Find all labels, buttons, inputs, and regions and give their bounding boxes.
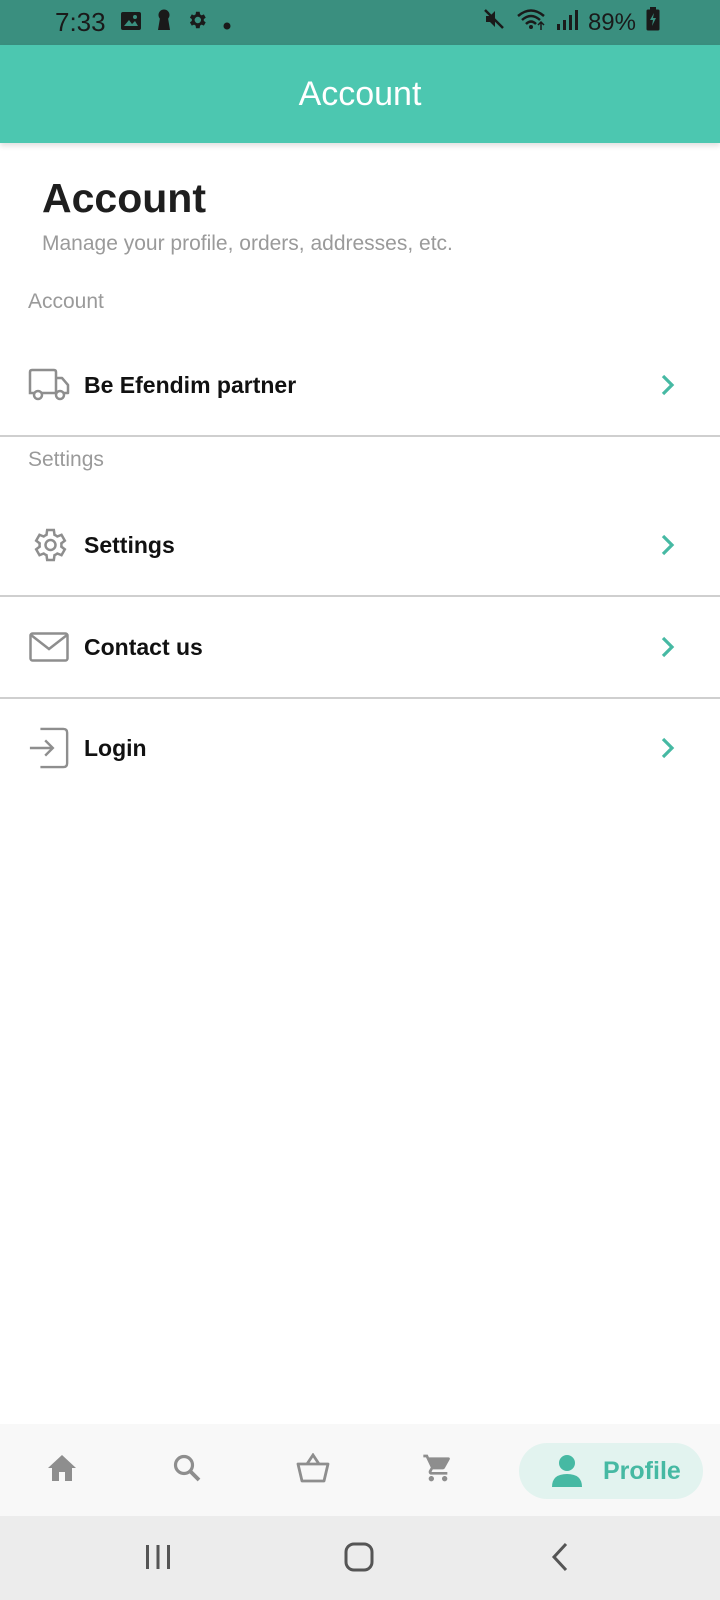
app-bar-title: Account — [298, 74, 422, 113]
system-nav-bar — [0, 1516, 720, 1600]
divider — [0, 595, 720, 597]
status-bar: 7:33 89% — [0, 0, 720, 45]
page-header: Account Manage your profile, orders, add… — [42, 175, 453, 256]
be-partner-row[interactable]: Be Efendim partner — [0, 345, 720, 425]
status-right: 89% — [482, 0, 660, 45]
recent-apps-icon[interactable] — [143, 1542, 173, 1577]
login-row[interactable]: Login — [0, 708, 720, 788]
wifi-icon — [516, 7, 546, 38]
chevron-right-icon — [660, 634, 682, 660]
gear-icon — [28, 524, 70, 566]
cart-icon — [422, 1452, 454, 1489]
page-title: Account — [42, 175, 206, 221]
chevron-right-icon — [660, 372, 682, 398]
nav-basket[interactable] — [273, 1424, 353, 1516]
signal-icon — [556, 7, 578, 38]
battery-percent: 89% — [587, 8, 636, 36]
page-subtitle: Manage your profile, orders, addresses, … — [42, 232, 453, 255]
image-icon — [120, 7, 142, 38]
settings-row[interactable]: Settings — [0, 505, 720, 585]
be-partner-label: Be Efendim partner — [84, 371, 297, 398]
login-label: Login — [84, 734, 147, 761]
contact-us-label: Contact us — [84, 633, 203, 660]
back-icon[interactable] — [548, 1541, 572, 1578]
bottom-nav: Profile — [0, 1424, 720, 1516]
nav-cart[interactable] — [398, 1424, 478, 1516]
nav-profile[interactable]: Profile — [519, 1443, 703, 1499]
chevron-right-icon — [660, 532, 682, 558]
dot-icon — [222, 7, 232, 38]
nav-search[interactable] — [147, 1424, 227, 1516]
divider — [0, 435, 720, 437]
battery-charging-icon — [646, 7, 660, 38]
settings-label: Settings — [84, 531, 175, 558]
home-button-icon[interactable] — [343, 1541, 375, 1578]
envelope-icon — [28, 626, 70, 668]
divider — [0, 697, 720, 699]
nav-home[interactable] — [22, 1424, 102, 1516]
app-bar: Account — [0, 45, 720, 143]
contact-us-row[interactable]: Contact us — [0, 607, 720, 687]
status-left: 7:33 — [55, 0, 232, 45]
search-icon — [172, 1453, 202, 1488]
truck-icon — [28, 364, 70, 406]
mute-icon — [482, 7, 506, 38]
keyhole-icon — [156, 7, 172, 38]
nav-profile-label: Profile — [603, 1456, 681, 1485]
login-icon — [28, 727, 70, 769]
section-label-account: Account — [28, 290, 104, 313]
person-icon — [551, 1454, 583, 1493]
chevron-right-icon — [660, 735, 682, 761]
gear-icon — [186, 7, 208, 38]
section-label-settings: Settings — [28, 448, 104, 471]
basket-icon — [296, 1451, 330, 1488]
home-icon — [46, 1453, 78, 1488]
status-time: 7:33 — [55, 7, 106, 37]
